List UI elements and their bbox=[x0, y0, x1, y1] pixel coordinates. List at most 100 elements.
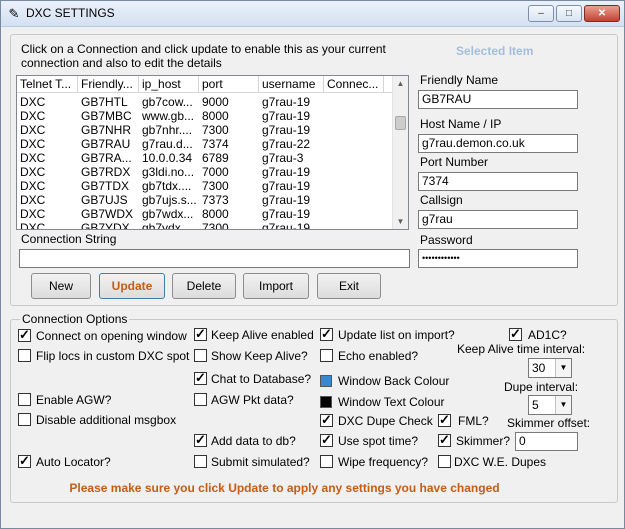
password-field[interactable]: •••••••••••• bbox=[418, 249, 578, 268]
table-cell: DXC bbox=[20, 221, 46, 230]
flip-locs-label: Flip locs in custom DXC spot bbox=[36, 349, 190, 363]
table-row[interactable]: DXC GB7TDX gb7tdx.... 7300 g7rau-19 bbox=[17, 179, 397, 193]
new-button[interactable]: New bbox=[31, 273, 91, 299]
host-name-field[interactable]: g7rau.demon.co.uk bbox=[418, 134, 578, 153]
table-row[interactable]: DXC GB7WDX gb7wdx... 8000 g7rau-19 bbox=[17, 207, 397, 221]
table-cell: DXC bbox=[20, 207, 46, 221]
table-cell: GB7HTL bbox=[81, 95, 128, 109]
column-header-telnet-type[interactable]: Telnet T... bbox=[17, 76, 78, 93]
connections-list[interactable]: Telnet T... Friendly... ip_host port use… bbox=[16, 75, 409, 230]
scroll-up-icon[interactable]: ▲ bbox=[395, 78, 406, 89]
show-keep-alive-label: Show Keep Alive? bbox=[211, 349, 308, 363]
maximize-button[interactable]: □ bbox=[556, 5, 582, 22]
column-header-connection[interactable]: Connec... bbox=[324, 76, 384, 93]
dxc-we-dupes-checkbox[interactable] bbox=[438, 455, 451, 468]
port-number-field[interactable]: 7374 bbox=[418, 172, 578, 191]
skimmer-offset-field[interactable]: 0 bbox=[515, 432, 578, 451]
table-row[interactable]: DXC GB7RA... 10.0.0.34 6789 g7rau-3 bbox=[17, 151, 397, 165]
table-cell: g7rau-19 bbox=[262, 123, 311, 137]
table-cell: 6789 bbox=[202, 151, 229, 165]
scroll-down-icon[interactable]: ▼ bbox=[395, 216, 406, 227]
table-row[interactable]: DXC GB7RDX g3ldi.no... 7000 g7rau-19 bbox=[17, 165, 397, 179]
ad1c-checkbox[interactable] bbox=[509, 326, 522, 342]
delete-button[interactable]: Delete bbox=[172, 273, 236, 299]
column-header-ip-host[interactable]: ip_host bbox=[139, 76, 199, 93]
add-data-db-checkbox[interactable] bbox=[194, 432, 207, 448]
table-cell: DXC bbox=[20, 193, 46, 207]
import-button[interactable]: Import bbox=[243, 273, 309, 299]
column-header-friendly-name[interactable]: Friendly... bbox=[78, 76, 139, 93]
enable-agw-checkbox[interactable] bbox=[18, 393, 31, 406]
callsign-label: Callsign bbox=[420, 193, 463, 207]
table-cell: DXC bbox=[20, 137, 46, 151]
keep-alive-interval-select[interactable]: 30 ▼ bbox=[528, 358, 572, 378]
update-button[interactable]: Update bbox=[99, 273, 165, 299]
column-header-username[interactable]: username bbox=[259, 76, 324, 93]
password-label: Password bbox=[420, 233, 473, 247]
chat-to-db-checkbox[interactable] bbox=[194, 370, 207, 386]
friendly-name-field[interactable]: GB7RAU bbox=[418, 90, 578, 109]
table-cell: g7rau-19 bbox=[262, 165, 311, 179]
scroll-thumb[interactable] bbox=[395, 116, 406, 130]
table-cell: 9000 bbox=[202, 95, 229, 109]
connection-string-field[interactable] bbox=[19, 249, 410, 268]
host-name-label: Host Name / IP bbox=[420, 117, 502, 131]
update-list-import-checkbox[interactable] bbox=[320, 326, 333, 342]
footer-message: Please make sure you click Update to app… bbox=[69, 481, 500, 495]
chevron-down-icon[interactable]: ▼ bbox=[555, 396, 571, 414]
table-cell: 7300 bbox=[202, 179, 229, 193]
skimmer-checkbox[interactable] bbox=[438, 432, 451, 448]
enable-agw-label: Enable AGW? bbox=[36, 393, 112, 407]
table-row[interactable]: DXC GB7NHR gb7nhr.... 7300 g7rau-19 bbox=[17, 123, 397, 137]
submit-simulated-checkbox[interactable] bbox=[194, 455, 207, 468]
chat-to-db-label: Chat to Database? bbox=[211, 372, 312, 386]
table-cell bbox=[324, 123, 384, 137]
skimmer-label: Skimmer? bbox=[456, 434, 511, 448]
table-row[interactable]: DXC GB7YDX gb7ydx... 7300 g7rau-19 bbox=[17, 221, 397, 230]
connect-on-open-checkbox[interactable] bbox=[18, 327, 31, 343]
table-cell: g7rau-19 bbox=[262, 95, 311, 109]
column-header-port[interactable]: port bbox=[199, 76, 259, 93]
callsign-field[interactable]: g7rau bbox=[418, 210, 578, 229]
flip-locs-checkbox[interactable] bbox=[18, 349, 31, 362]
chevron-down-icon[interactable]: ▼ bbox=[555, 359, 571, 377]
table-row[interactable]: DXC GB7RAU g7rau.d... 7374 g7rau-22 bbox=[17, 137, 397, 151]
ad1c-label: AD1C? bbox=[528, 328, 567, 342]
table-cell: gb7wdx... bbox=[142, 207, 194, 221]
dxc-we-dupes-label: DXC W.E. Dupes bbox=[454, 455, 547, 469]
exit-button[interactable]: Exit bbox=[317, 273, 381, 299]
table-cell bbox=[324, 137, 384, 151]
echo-enabled-checkbox[interactable] bbox=[320, 349, 333, 362]
window-text-colour-swatch[interactable] bbox=[320, 396, 332, 408]
auto-locator-checkbox[interactable] bbox=[18, 453, 31, 469]
disable-msgbox-checkbox[interactable] bbox=[18, 413, 31, 426]
pencil-icon: ✎ bbox=[8, 6, 20, 21]
close-button[interactable]: ✕ bbox=[584, 5, 620, 22]
table-row[interactable]: DXC GB7HTL gb7cow... 9000 g7rau-19 bbox=[17, 95, 397, 109]
table-cell: GB7RDX bbox=[81, 165, 131, 179]
table-cell bbox=[324, 179, 384, 193]
table-row[interactable]: DXC GB7MBC www.gb... 8000 g7rau-19 bbox=[17, 109, 397, 123]
table-cell: gb7nhr.... bbox=[142, 123, 193, 137]
update-list-import-label: Update list on import? bbox=[338, 328, 455, 342]
wipe-frequency-checkbox[interactable] bbox=[320, 455, 333, 468]
port-number-label: Port Number bbox=[420, 155, 489, 169]
fml-checkbox[interactable] bbox=[438, 412, 451, 428]
title-bar[interactable]: ✎ DXC SETTINGS – □ ✕ bbox=[1, 1, 624, 27]
show-keep-alive-checkbox[interactable] bbox=[194, 349, 207, 362]
table-cell: GB7MBC bbox=[81, 109, 132, 123]
list-scrollbar[interactable]: ▲ ▼ bbox=[392, 76, 408, 229]
window-back-colour-swatch[interactable] bbox=[320, 375, 332, 387]
keep-alive-checkbox[interactable] bbox=[194, 326, 207, 342]
dupe-interval-select[interactable]: 5 ▼ bbox=[528, 395, 572, 415]
use-spot-time-checkbox[interactable] bbox=[320, 432, 333, 448]
minimize-button[interactable]: – bbox=[528, 5, 554, 22]
disable-msgbox-label: Disable additional msgbox bbox=[36, 413, 177, 427]
submit-simulated-label: Submit simulated? bbox=[211, 455, 310, 469]
dxc-dupe-check-checkbox[interactable] bbox=[320, 412, 333, 428]
use-spot-time-label: Use spot time? bbox=[338, 434, 419, 448]
table-row[interactable]: DXC GB7UJS gb7ujs.s... 7373 g7rau-19 bbox=[17, 193, 397, 207]
agw-pkt-checkbox[interactable] bbox=[194, 393, 207, 406]
table-cell: 8000 bbox=[202, 207, 229, 221]
wipe-frequency-label: Wipe frequency? bbox=[338, 455, 429, 469]
